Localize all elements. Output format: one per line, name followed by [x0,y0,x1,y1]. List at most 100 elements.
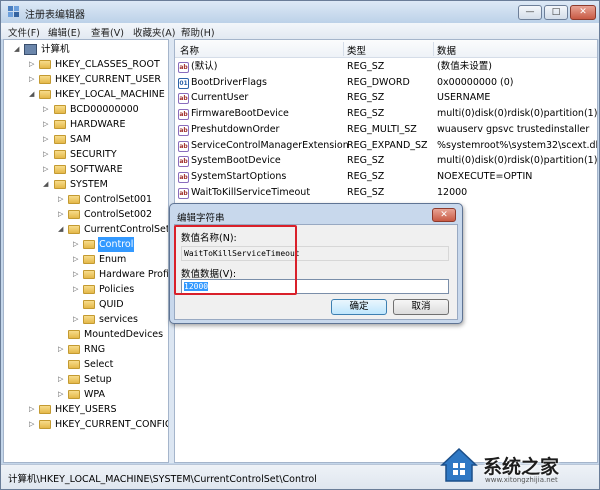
watermark-url: www.xitongzhijia.net [485,476,558,484]
menu-edit[interactable]: 编辑(E) [48,25,80,39]
menu-favorites[interactable]: 收藏夹(A) [133,25,175,39]
value-row[interactable]: ab PreshutdownOrder REG_MULTI_SZ wuauserv g… [175,122,597,138]
tree-item-security[interactable]: ▷ SECURITY [4,147,168,162]
column-divider[interactable] [433,42,434,56]
collapse-arrow-icon[interactable]: ◢ [29,91,36,98]
registry-tree[interactable]: ◢ 计算机 ▷ HKEY_CLASSES_ROOT ▷ HKEY_CURRENT… [3,39,169,463]
tree-item-mounteddevices[interactable]: MountedDevices [4,327,168,342]
tree-item-currentcontrolset[interactable]: ◢ CurrentControlSet [4,222,168,237]
expand-arrow-icon[interactable]: ▷ [29,61,36,68]
tree-item-system[interactable]: ◢ SYSTEM [4,177,168,192]
value-data: (数值未设置) [437,61,492,72]
collapse-arrow-icon[interactable]: ◢ [58,226,65,233]
folder-icon [68,390,80,399]
tree-item-rng[interactable]: ▷ RNG [4,342,168,357]
folder-icon [54,150,66,159]
value-row[interactable]: ab FirmwareBootDevice REG_SZ multi(0)disk(0… [175,106,597,122]
folder-icon [54,165,66,174]
tree-item-hardware-profiles[interactable]: ▷ Hardware Profil [4,267,168,282]
tree-item-hkcc[interactable]: ▷ HKEY_CURRENT_CONFIG [4,417,169,432]
expand-arrow-icon[interactable]: ▷ [43,166,50,173]
tree-item-enum[interactable]: ▷ Enum [4,252,168,267]
maximize-button[interactable]: □ [544,5,568,20]
tree-item-wpa[interactable]: ▷ WPA [4,387,168,402]
expand-arrow-icon[interactable]: ▷ [58,196,65,203]
tree-item-select[interactable]: Select [4,357,168,372]
expand-arrow-icon[interactable]: ▷ [43,151,50,158]
folder-icon [68,195,80,204]
column-divider[interactable] [343,42,344,56]
tree-item-controlset002[interactable]: ▷ ControlSet002 [4,207,168,222]
expand-arrow-icon[interactable]: ▷ [58,376,65,383]
column-header-name[interactable]: 名称 [180,43,199,57]
folder-icon [83,300,95,309]
menu-view[interactable]: 查看(V) [91,25,124,39]
column-header-type[interactable]: 类型 [347,43,366,57]
value-name-field[interactable]: WaitToKillServiceTimeout [181,246,449,261]
value-row[interactable]: ab WaitToKillServiceTimeout REG_SZ 12000 [175,185,597,201]
tree-item-policies[interactable]: ▷ Policies [4,282,168,297]
value-row[interactable]: ab ServiceControlManagerExtension REG_EXPA… [175,138,597,154]
tree-item-hklm[interactable]: ◢ HKEY_LOCAL_MACHINE [4,87,168,102]
value-row[interactable]: ab (默认) REG_SZ (数值未设置) [175,59,597,75]
tree-label-selected: Control [98,237,135,252]
expand-arrow-icon[interactable]: ▷ [43,136,50,143]
value-name: ServiceControlManagerExtension [191,139,349,151]
value-row[interactable]: 01 BootDriverFlags REG_DWORD 0x00000000 (0) [175,75,597,91]
dialog-title: 编辑字符串 [177,213,225,224]
minimize-button[interactable]: — [518,5,542,20]
expand-arrow-icon[interactable]: ▷ [58,346,65,353]
close-button[interactable]: ✕ [570,5,596,20]
cancel-button[interactable]: 取消 [393,299,449,315]
tree-item-hkcu[interactable]: ▷ HKEY_CURRENT_USER [4,72,168,87]
expand-arrow-icon[interactable]: ▷ [29,421,36,428]
value-data-input[interactable]: 12000 [181,279,449,294]
value-row[interactable]: ab CurrentUser REG_SZ USERNAME [175,90,597,106]
tree-item-controlset001[interactable]: ▷ ControlSet001 [4,192,168,207]
value-type: REG_SZ [347,61,385,72]
expand-arrow-icon[interactable]: ▷ [43,106,50,113]
open-folder-icon [83,240,95,249]
expand-arrow-icon[interactable]: ▷ [29,406,36,413]
tree-item-sam[interactable]: ▷ SAM [4,132,168,147]
tree-item-hku[interactable]: ▷ HKEY_USERS [4,402,168,417]
expand-arrow-icon[interactable]: ▷ [73,286,80,293]
expand-arrow-icon[interactable]: ▷ [73,316,80,323]
menu-help[interactable]: 帮助(H) [181,25,215,39]
string-value-icon: ab [178,156,189,168]
dialog-close-button[interactable]: ✕ [432,208,456,222]
value-row[interactable]: ab SystemStartOptions REG_SZ NOEXECUTE=OPT… [175,169,597,185]
tree-item-control[interactable]: ▷ Control [4,237,168,252]
expand-arrow-icon[interactable]: ▷ [58,211,65,218]
folder-icon [68,210,80,219]
binary-value-icon: 01 [178,77,189,89]
value-type: REG_EXPAND_SZ [347,139,428,151]
value-row[interactable]: ab SystemBootDevice REG_SZ multi(0)disk(0)r… [175,153,597,169]
column-header-data[interactable]: 数据 [437,43,456,57]
folder-icon [39,405,51,414]
expand-arrow-icon[interactable]: ▷ [73,256,80,263]
value-type: REG_DWORD [347,76,410,88]
tree-item-hkcr[interactable]: ▷ HKEY_CLASSES_ROOT [4,57,168,72]
watermark-text: 系统之家 [483,456,560,478]
tree-item-hardware[interactable]: ▷ HARDWARE [4,117,168,132]
expand-arrow-icon[interactable]: ▷ [58,391,65,398]
ok-button[interactable]: 确定 [331,299,387,315]
value-data: NOEXECUTE=OPTIN [437,170,533,182]
tree-item-computer[interactable]: ◢ 计算机 [4,42,164,57]
tree-item-setup[interactable]: ▷ Setup [4,372,168,387]
expand-arrow-icon[interactable]: ▷ [43,121,50,128]
tree-item-bcd[interactable]: ▷ BCD00000000 [4,102,168,117]
tree-item-software[interactable]: ▷ SOFTWARE [4,162,168,177]
tree-label: RNG [84,344,106,355]
tree-label: HKEY_CURRENT_CONFIG [55,419,169,430]
tree-item-services[interactable]: ▷ services [4,312,168,327]
tree-label: HKEY_LOCAL_MACHINE [55,89,165,100]
expand-arrow-icon[interactable]: ▷ [29,76,36,83]
menu-file[interactable]: 文件(F) [8,25,40,39]
collapse-arrow-icon[interactable]: ◢ [43,181,50,188]
collapse-arrow-icon[interactable]: ◢ [14,46,21,53]
expand-arrow-icon[interactable]: ▷ [73,241,80,248]
expand-arrow-icon[interactable]: ▷ [73,271,80,278]
tree-item-quid[interactable]: QUID [4,297,168,312]
